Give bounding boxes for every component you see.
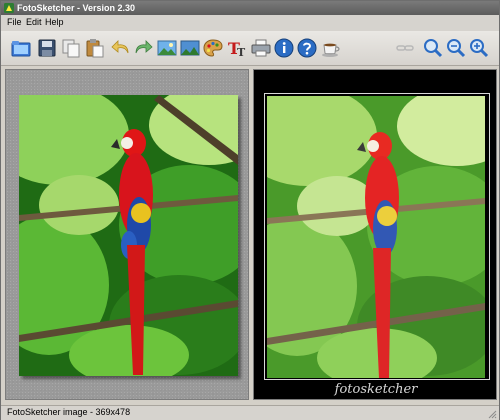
open-folder-icon	[11, 41, 31, 57]
copy-button[interactable]	[59, 36, 83, 60]
zoom-fit-icon	[424, 39, 443, 58]
status-bar: FotoSketcher image - 369x478	[1, 405, 499, 420]
status-text: FotoSketcher image - 369x478	[7, 407, 131, 417]
info-button[interactable]	[272, 36, 296, 60]
copy-icon	[62, 39, 80, 58]
undo-icon	[111, 40, 129, 54]
undo-button[interactable]	[109, 36, 133, 60]
redo-button[interactable]	[131, 36, 155, 60]
menu-file[interactable]: File	[7, 17, 22, 27]
link-icon	[396, 45, 414, 51]
app-icon	[4, 3, 14, 13]
workspace: fotosketcher	[1, 66, 499, 403]
app-window: FotoSketcher - Version 2.30 File Edit He…	[0, 0, 500, 420]
menu-bar: File Edit Help	[1, 15, 499, 31]
paste-icon	[86, 39, 104, 58]
help-icon	[297, 38, 317, 58]
watermark-signature: fotosketcher	[334, 382, 418, 397]
text-tool-icon: T T	[228, 39, 246, 59]
svg-text:T: T	[237, 46, 246, 59]
resize-grip-icon[interactable]	[487, 409, 497, 419]
palette-icon	[203, 39, 223, 57]
menu-help[interactable]: Help	[45, 17, 64, 27]
info-icon	[274, 38, 294, 58]
help-button[interactable]	[295, 36, 319, 60]
toolbar: T T	[1, 31, 499, 66]
result-image-pane[interactable]: fotosketcher	[253, 69, 497, 400]
text-button[interactable]: T T	[225, 36, 249, 60]
result-sketch	[267, 96, 485, 378]
zoom-fit-button[interactable]	[421, 36, 445, 60]
save-button[interactable]	[35, 36, 59, 60]
save-icon	[38, 39, 56, 57]
image-landscape-icon	[157, 40, 177, 56]
link-button[interactable]	[393, 36, 417, 60]
redo-icon	[135, 40, 153, 54]
open-button[interactable]	[9, 36, 33, 60]
printer-icon	[251, 39, 271, 57]
menu-edit[interactable]: Edit	[26, 17, 42, 27]
original-image-pane[interactable]	[5, 69, 249, 400]
title-bar: FotoSketcher - Version 2.30	[1, 1, 499, 15]
zoom-in-button[interactable]	[467, 36, 491, 60]
print-button[interactable]	[249, 36, 273, 60]
donate-button[interactable]	[319, 36, 343, 60]
zoom-in-icon	[470, 39, 489, 58]
paste-button[interactable]	[83, 36, 107, 60]
coffee-cup-icon	[322, 43, 340, 57]
window-title: FotoSketcher - Version 2.30	[17, 3, 136, 13]
zoom-actual-icon	[447, 39, 466, 58]
original-image-button[interactable]	[155, 36, 179, 60]
effects-button[interactable]	[201, 36, 225, 60]
result-image-button[interactable]	[178, 36, 202, 60]
zoom-actual-button[interactable]	[444, 36, 468, 60]
original-photo	[19, 95, 238, 376]
image-landscape-alt-icon	[180, 40, 200, 56]
